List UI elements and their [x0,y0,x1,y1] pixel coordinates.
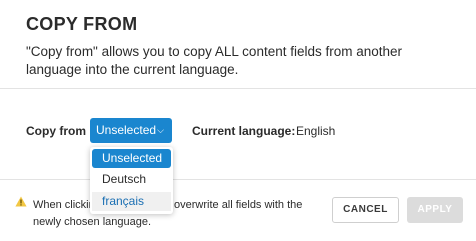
warning-text: When clicking apply, this will overwrite… [33,199,303,228]
copy-from-dialog: COPY FROM "Copy from" allows you to copy… [0,0,476,241]
dropdown-option-unselected[interactable]: Unselected [92,149,171,168]
dropdown-option-francais[interactable]: français [92,192,171,211]
copy-from-select-value: Unselected [96,123,157,137]
dialog-title: COPY FROM [26,14,138,34]
dropdown-option-deutsch[interactable]: Deutsch [92,170,171,189]
apply-button[interactable]: APPLY [407,197,463,223]
chevron-down-icon: ⌵ [157,125,164,135]
language-dropdown-menu: Unselected Deutsch français [90,147,173,214]
divider [0,179,476,180]
current-language-value: English [296,124,336,138]
current-language-label: Current language: [192,124,296,138]
cancel-button[interactable]: CANCEL [332,197,399,223]
dialog-description: "Copy from" allows you to copy ALL conte… [26,44,403,77]
copy-from-select[interactable]: Unselected ⌵ [90,118,172,143]
copy-from-label: Copy from [26,124,86,138]
divider [0,88,476,89]
warning-icon [15,196,27,207]
